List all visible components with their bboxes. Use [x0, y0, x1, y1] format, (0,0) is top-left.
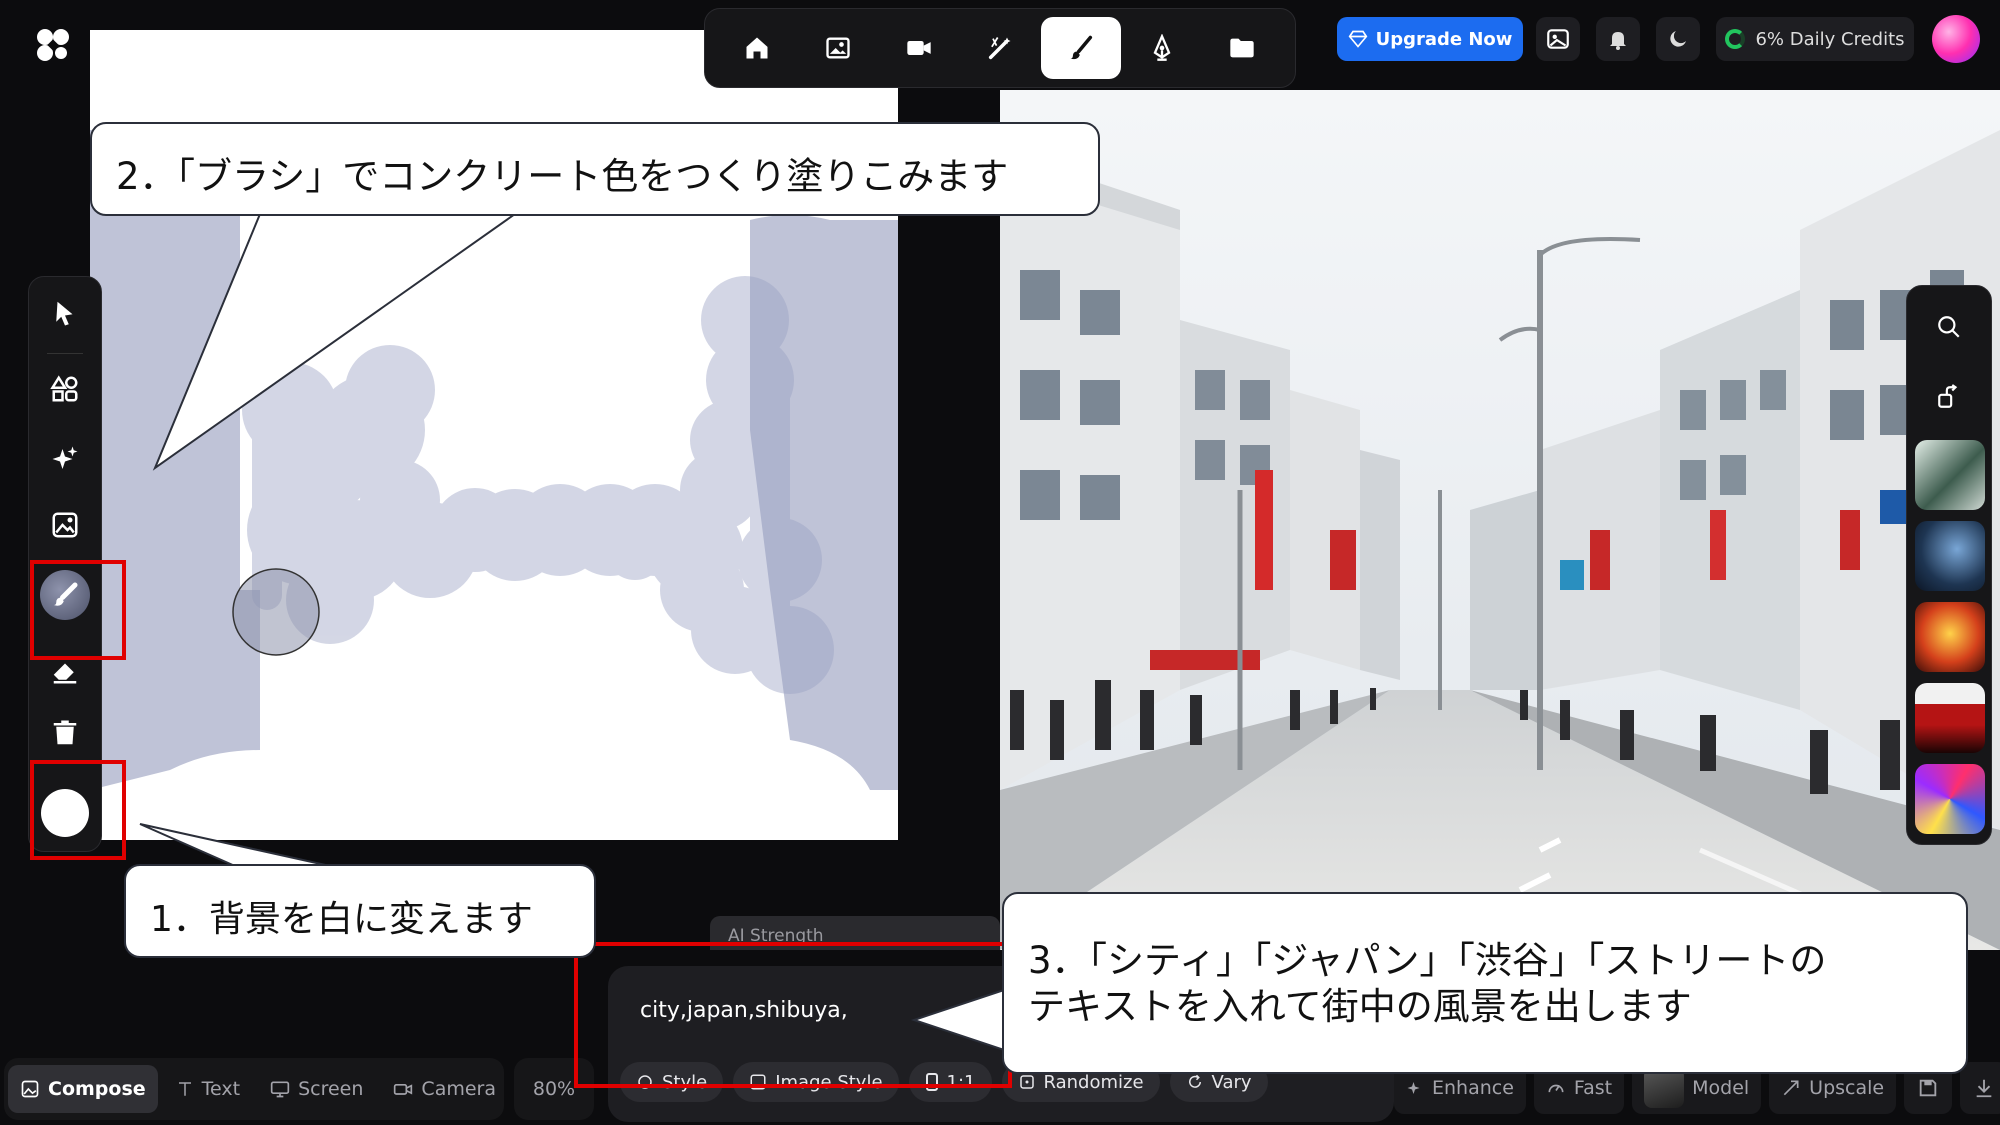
save-icon	[1919, 1079, 1937, 1097]
history-thumbnail-1[interactable]	[1915, 440, 1985, 510]
bell-icon	[1610, 32, 1626, 50]
callout-step-3-line-2: テキストを入れて街中の風景を出します	[1028, 985, 1692, 1028]
top-toolbar	[704, 8, 1296, 88]
gallery-icon	[1547, 29, 1569, 49]
refresh-icon	[1188, 1074, 1201, 1088]
tab-compose[interactable]: Compose	[8, 1065, 158, 1113]
image-upload-icon	[52, 512, 78, 538]
image-upload-button[interactable]	[29, 497, 101, 553]
tab-text-label: Text	[201, 1078, 241, 1100]
tab-assets[interactable]	[1202, 17, 1282, 79]
download-icon	[1976, 1079, 1992, 1098]
vary-label: Vary	[1211, 1071, 1252, 1093]
gauge-icon	[1548, 1084, 1564, 1093]
tab-image[interactable]	[798, 17, 878, 79]
prompt-highlight-box	[574, 942, 1012, 1088]
zoom-level-label: 80%	[532, 1078, 576, 1100]
enhance-label: Enhance	[1432, 1077, 1514, 1099]
transfer-icon	[1938, 384, 1958, 408]
trash-icon	[53, 720, 77, 745]
callout-step-2: 2．「ブラシ」でコンクリート色をつくり塗りこみます	[90, 122, 1100, 216]
callout-step-3-line-1: 3．「シティ」「ジャパン」「渋谷」「ストリートの	[1028, 939, 1827, 982]
shapes-tool-button[interactable]	[29, 361, 101, 417]
tab-screen-label: Screen	[298, 1078, 364, 1100]
magic-wand-icon	[988, 37, 1011, 60]
compose-icon	[21, 1080, 39, 1098]
upgrade-button[interactable]: Upgrade Now	[1337, 17, 1523, 61]
tab-draw[interactable]	[1040, 17, 1121, 79]
callout-step-1: 1．背景を白に変えます	[124, 864, 596, 958]
callout-step-2-text: 2．「ブラシ」でコンクリート色をつくり塗りこみます	[116, 155, 1009, 198]
camera-icon	[394, 1084, 413, 1095]
ai-generate-button[interactable]	[29, 431, 101, 487]
gallery-button[interactable]	[1536, 17, 1580, 61]
upscale-label: Upscale	[1809, 1077, 1885, 1099]
tab-camera-label: Camera	[421, 1078, 496, 1100]
upgrade-label: Upgrade Now	[1375, 28, 1513, 50]
diamond-icon	[1348, 30, 1367, 48]
pointer-icon	[56, 301, 73, 326]
tab-home[interactable]	[717, 17, 797, 79]
street-scene	[1000, 90, 2000, 950]
history-thumbnail-3[interactable]	[1915, 602, 1985, 672]
credits-progress-ring	[1725, 29, 1746, 49]
transfer-button[interactable]	[1928, 376, 1970, 418]
zoom-button[interactable]	[1928, 306, 1970, 348]
image-icon	[826, 37, 850, 59]
moon-icon	[1670, 31, 1686, 47]
user-avatar[interactable]	[1932, 15, 1980, 63]
home-icon	[746, 37, 768, 59]
folder-icon	[1230, 38, 1255, 58]
search-icon	[1938, 316, 1960, 338]
sparkle-icon	[1407, 1082, 1420, 1094]
daily-credits-indicator[interactable]: 6% Daily Credits	[1716, 17, 1914, 61]
tab-video[interactable]	[879, 17, 959, 79]
app-window: Upgrade Now 6% Daily Credits Compose Tex…	[0, 0, 2000, 1125]
tab-compose-label: Compose	[48, 1078, 146, 1100]
history-thumbnail-5[interactable]	[1915, 764, 1985, 834]
upscale-icon	[1783, 1080, 1799, 1096]
generated-image[interactable]	[1000, 90, 2000, 950]
tab-vector[interactable]	[1122, 17, 1202, 79]
brush-cursor	[232, 568, 320, 656]
video-icon	[907, 41, 931, 55]
callout-step-3: 3．「シティ」「ジャパン」「渋谷」「ストリートの テキストを入れて街中の風景を出…	[1002, 892, 1968, 1074]
text-icon	[178, 1082, 191, 1096]
brush-highlight-box	[30, 560, 126, 660]
brush-icon	[1070, 35, 1092, 60]
notifications-button[interactable]	[1596, 17, 1640, 61]
sparkle-icon	[52, 446, 78, 469]
history-thumbnail-4[interactable]	[1915, 683, 1985, 753]
tab-screen[interactable]: Screen	[258, 1065, 375, 1113]
select-tool-button[interactable]	[29, 285, 101, 341]
color-highlight-box	[30, 760, 126, 860]
monitor-icon	[270, 1081, 290, 1098]
callout-step-1-text: 1．背景を白に変えます	[150, 899, 533, 940]
rail-divider	[47, 353, 83, 354]
tab-text[interactable]: Text	[164, 1065, 252, 1113]
clear-canvas-button[interactable]	[29, 705, 101, 761]
pen-nib-icon	[1153, 34, 1171, 61]
mode-tabs: Compose Text Screen Camera	[4, 1058, 504, 1120]
fast-label: Fast	[1573, 1077, 1613, 1099]
eraser-icon	[53, 663, 77, 684]
tab-edit[interactable]	[960, 17, 1040, 79]
download-button[interactable]	[1960, 1062, 2000, 1114]
credits-label: 6% Daily Credits	[1755, 28, 1905, 50]
theme-toggle-button[interactable]	[1656, 17, 1700, 61]
model-label: Model	[1692, 1077, 1750, 1099]
history-thumbnail-2[interactable]	[1915, 521, 1985, 591]
model-avatar	[1644, 1068, 1685, 1108]
right-side-rail	[1906, 285, 1992, 845]
randomize-label: Randomize	[1043, 1071, 1144, 1093]
dice-icon	[1019, 1075, 1034, 1089]
tab-camera[interactable]: Camera	[381, 1065, 508, 1113]
app-logo[interactable]	[36, 28, 70, 62]
shapes-icon	[50, 375, 78, 402]
